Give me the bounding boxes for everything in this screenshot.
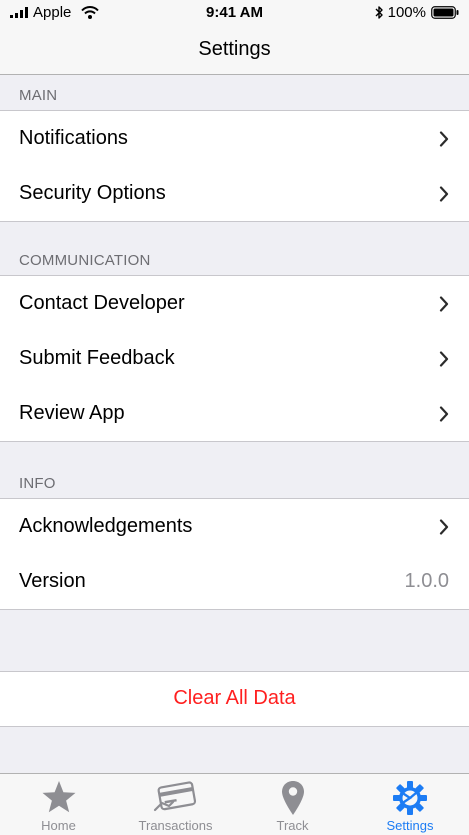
- row-label: Acknowledgements: [19, 515, 193, 537]
- status-bar: Apple 9:41 AM 100%: [0, 0, 469, 26]
- row-label: Submit Feedback: [19, 347, 175, 369]
- chevron-right-icon: [439, 186, 449, 202]
- tab-track[interactable]: Track: [234, 774, 351, 835]
- version-value: 1.0.0: [404, 570, 449, 592]
- row-label: Notifications: [19, 127, 128, 149]
- tab-label: Home: [41, 818, 76, 833]
- tab-transactions[interactable]: Transactions: [117, 774, 234, 835]
- row-label: Review App: [19, 402, 125, 424]
- clear-all-data-button[interactable]: Clear All Data: [0, 671, 469, 727]
- bluetooth-icon: [375, 6, 383, 19]
- battery-icon: [431, 6, 459, 19]
- row-label: Version: [19, 570, 86, 592]
- settings-row-review-app[interactable]: Review App: [0, 386, 469, 441]
- star-icon: [42, 781, 75, 813]
- chevron-right-icon: [439, 406, 449, 422]
- tab-label: Settings: [386, 818, 434, 833]
- tab-bar: Home Transactions Track Settings: [0, 773, 469, 835]
- settings-row-submit-feedback[interactable]: Submit Feedback: [0, 331, 469, 386]
- chevron-right-icon: [439, 351, 449, 367]
- chevron-right-icon: [439, 296, 449, 312]
- chevron-right-icon: [439, 519, 449, 535]
- chevron-right-icon: [439, 131, 449, 147]
- section-header-communication: COMMUNICATION: [19, 252, 151, 269]
- row-label: Contact Developer: [19, 292, 185, 314]
- card-icon: [153, 781, 196, 812]
- settings-row-security-options[interactable]: Security Options: [0, 166, 469, 221]
- page-title: Settings: [198, 38, 271, 60]
- status-right: 100%: [375, 4, 459, 21]
- settings-group-main: Notifications Security Options: [0, 110, 469, 222]
- tab-label: Track: [276, 818, 309, 833]
- clear-all-data-label: Clear All Data: [173, 687, 296, 709]
- row-label: Security Options: [19, 182, 166, 204]
- settings-row-acknowledgements[interactable]: Acknowledgements: [0, 499, 469, 554]
- settings-group-communication: Contact Developer Submit Feedback Review…: [0, 275, 469, 442]
- tab-home[interactable]: Home: [0, 774, 117, 835]
- settings-group-info: Acknowledgements Version 1.0.0: [0, 498, 469, 610]
- settings-row-contact-developer[interactable]: Contact Developer: [0, 276, 469, 331]
- section-header-info: INFO: [19, 475, 56, 492]
- settings-row-version: Version 1.0.0: [0, 554, 469, 609]
- location-pin-icon: [281, 781, 304, 815]
- tab-settings[interactable]: Settings: [351, 774, 469, 835]
- settings-row-notifications[interactable]: Notifications: [0, 111, 469, 166]
- gear-icon: [393, 781, 427, 815]
- section-header-main: MAIN: [19, 87, 58, 104]
- tab-label: Transactions: [138, 818, 213, 833]
- battery-percent: 100%: [387, 4, 426, 21]
- navigation-bar: Settings: [0, 26, 469, 75]
